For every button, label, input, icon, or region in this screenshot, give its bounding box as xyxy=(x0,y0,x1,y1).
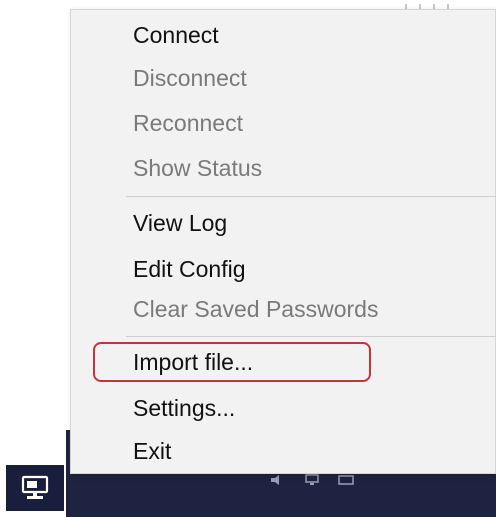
menu-item-exit[interactable]: Exit xyxy=(133,432,171,470)
menu-item-settings[interactable]: Settings... xyxy=(133,389,235,427)
menu-item-reconnect: Reconnect xyxy=(133,110,243,136)
menu-item-import-file[interactable]: Import file... xyxy=(133,343,253,381)
speaker-icon[interactable] xyxy=(270,474,286,486)
menu-separator xyxy=(126,196,496,197)
menu-separator xyxy=(126,336,496,337)
menu-item-disconnect: Disconnect xyxy=(133,65,247,91)
menu-item-clear-saved-passwords: Clear Saved Passwords xyxy=(133,296,379,322)
computer-network-icon xyxy=(21,475,49,499)
system-tray-icons xyxy=(270,474,354,486)
menu-item-show-status: Show Status xyxy=(133,155,263,181)
openvpn-tray-icon[interactable] xyxy=(6,465,64,511)
context-menu: Connect Disconnect Reconnect Show Status… xyxy=(70,9,496,474)
keyboard-icon[interactable] xyxy=(338,474,354,486)
menu-item-edit-config[interactable]: Edit Config xyxy=(133,250,246,288)
menu-item-view-log[interactable]: View Log xyxy=(133,204,227,242)
network-icon[interactable] xyxy=(304,474,320,486)
menu-item-connect[interactable]: Connect xyxy=(133,16,219,54)
screen: Connect Disconnect Reconnect Show Status… xyxy=(0,0,496,517)
